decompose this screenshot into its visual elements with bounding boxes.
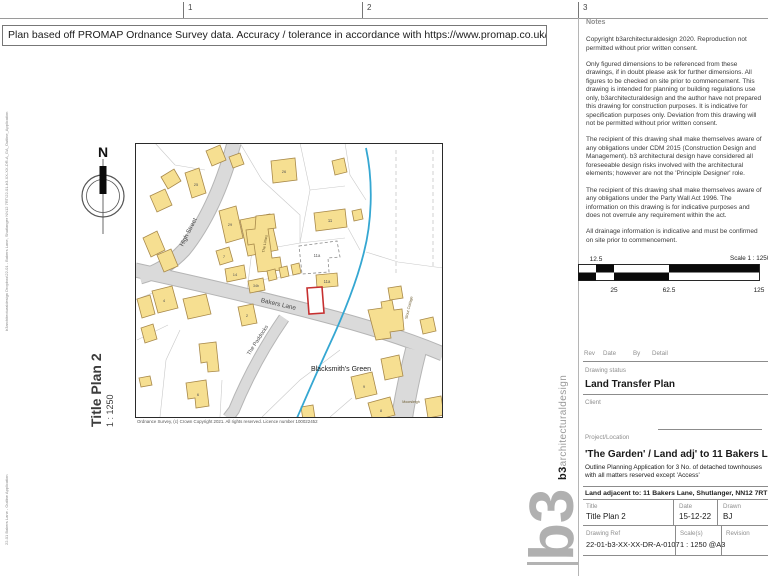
- north-label: N: [98, 144, 108, 160]
- title-value: Title Plan 2: [586, 512, 626, 521]
- client-signature-line: [658, 429, 762, 430]
- titleblock-col-divider: [717, 499, 718, 525]
- project-location-label: Project/Location: [585, 434, 629, 441]
- building-number-29: 29: [228, 222, 233, 227]
- titleblock-line: [583, 486, 768, 487]
- drawing-status-label: Drawing status: [585, 367, 626, 374]
- drawing-sheet: 1 2 3 Plan based off PROMAP Ordnance Sur…: [0, 0, 768, 576]
- building-number-34b: 34b: [253, 284, 259, 288]
- notes-paragraph: The recipient of this drawing shall make…: [586, 136, 764, 178]
- scale-bar-value-125: 125: [754, 287, 765, 294]
- titleblock-line: [583, 499, 768, 500]
- os-copyright-text: Ordnance Survey, (c) Crown Copyright 202…: [137, 419, 318, 424]
- logo-wordmark-rest: architecturaldesign: [558, 375, 569, 467]
- building-number-11a: 11a: [324, 279, 331, 284]
- notes-paragraph: Only figured dimensions to be referenced…: [586, 61, 764, 129]
- map-scale-text: 1 : 1250: [105, 353, 115, 427]
- parcel-number-11a: 11a: [314, 253, 321, 258]
- grid-marker-1: 1: [188, 3, 192, 12]
- notes-paragraph: All drainage information is indicative a…: [586, 228, 764, 245]
- building-number-11: 11: [328, 218, 333, 223]
- date-label: Date: [679, 503, 692, 510]
- scale-bar: 12.5 25 62.5 125: [578, 250, 768, 296]
- parcel-boundaries-dashed: [396, 150, 433, 276]
- file-path-text: b3architecturaldesign Dropbox\22-01 - Ba…: [4, 112, 9, 331]
- scale-bar-value-25: 25: [610, 287, 618, 294]
- map-title-text: Title Plan 2: [88, 353, 104, 427]
- client-label: Client: [585, 399, 601, 406]
- grid-marker-2: 2: [367, 3, 371, 12]
- drawn-value: BJ: [723, 512, 732, 521]
- rev-header-detail: Detail: [652, 350, 668, 357]
- area-label-moorsleigh: Moorsleigh: [402, 400, 420, 404]
- date-value: 15-12-22: [679, 512, 711, 521]
- site-location-map: High Street Bakers Lane The Paddocks Bla…: [135, 143, 443, 418]
- building-number-26: 26: [282, 169, 287, 174]
- area-label-stout-cottage: Stout Cottage: [404, 296, 414, 320]
- grid-marker-3: 3: [583, 3, 587, 12]
- titleblock-line: [583, 361, 768, 362]
- revision-label: Revision: [726, 530, 750, 537]
- land-adjacent-text: Land adjacent to: 11 Bakers Lane, Shutla…: [585, 490, 767, 497]
- titleblock-col-divider: [675, 525, 676, 555]
- land-transfer-plot-outline: [307, 287, 324, 314]
- promap-disclaimer-banner: Plan based off PROMAP Ordnance Survey da…: [2, 25, 547, 46]
- drawn-label: Drawn: [723, 503, 741, 510]
- notes-panel: Notes Copyright b3architecturaldesign 20…: [586, 18, 764, 253]
- rev-header-by: By: [633, 350, 640, 357]
- scales-label: Scale(s): [680, 530, 703, 537]
- plot-info-text: 22-01 Bakers Lane - Outline Application: [4, 475, 9, 546]
- grid-tick-3: [578, 2, 579, 18]
- logo-underline: [527, 562, 578, 565]
- rev-header-date: Date: [603, 350, 616, 357]
- project-subtitle-2: with all matters reserved except 'Access…: [585, 472, 700, 479]
- drawing-ref-label: Drawing Ref: [586, 530, 620, 537]
- titleblock-line: [583, 555, 768, 556]
- notes-paragraph: Copyright b3architecturaldesign 2020. Re…: [586, 36, 764, 53]
- notes-title: Notes: [586, 18, 764, 27]
- logo-big-glyph: b3: [528, 489, 578, 561]
- area-label-blacksmiths-green: Blacksmith's Green: [311, 366, 371, 373]
- titleblock-line: [583, 394, 768, 395]
- notes-paragraph: The recipient of this drawing shall make…: [586, 187, 764, 221]
- drawing-ref-value: 22-01-b3-XX-XX-DR-A-0107: [586, 540, 680, 549]
- map-title-vertical: Title Plan 2 1 : 1250: [88, 353, 115, 427]
- building-number-14: 14: [233, 272, 238, 277]
- title-label: Title: [586, 503, 597, 510]
- north-arrow: N: [76, 140, 132, 240]
- titleblock-col-divider: [721, 525, 722, 555]
- logo-wordmark: b3architecturaldesign: [557, 375, 569, 480]
- scales-value: 1 : 1250 @A3: [680, 540, 725, 549]
- logo-wordmark-bold: b3: [557, 466, 569, 480]
- drawing-status-value: Land Transfer Plan: [585, 379, 675, 390]
- scale-bar-top-value: 12.5: [590, 256, 603, 263]
- project-subtitle-1: Outline Planning Application for 3 No. o…: [585, 464, 762, 471]
- grid-tick-2: [362, 2, 363, 18]
- titleblock-col-divider: [673, 499, 674, 525]
- scale-bar-value-62-5: 62.5: [663, 287, 676, 294]
- rev-header-rev: Rev: [584, 350, 595, 357]
- grid-tick-1: [183, 2, 184, 18]
- project-title: 'The Garden' / Land adj' to 11 Bakers La…: [585, 449, 768, 460]
- building-number-25: 25: [194, 182, 199, 187]
